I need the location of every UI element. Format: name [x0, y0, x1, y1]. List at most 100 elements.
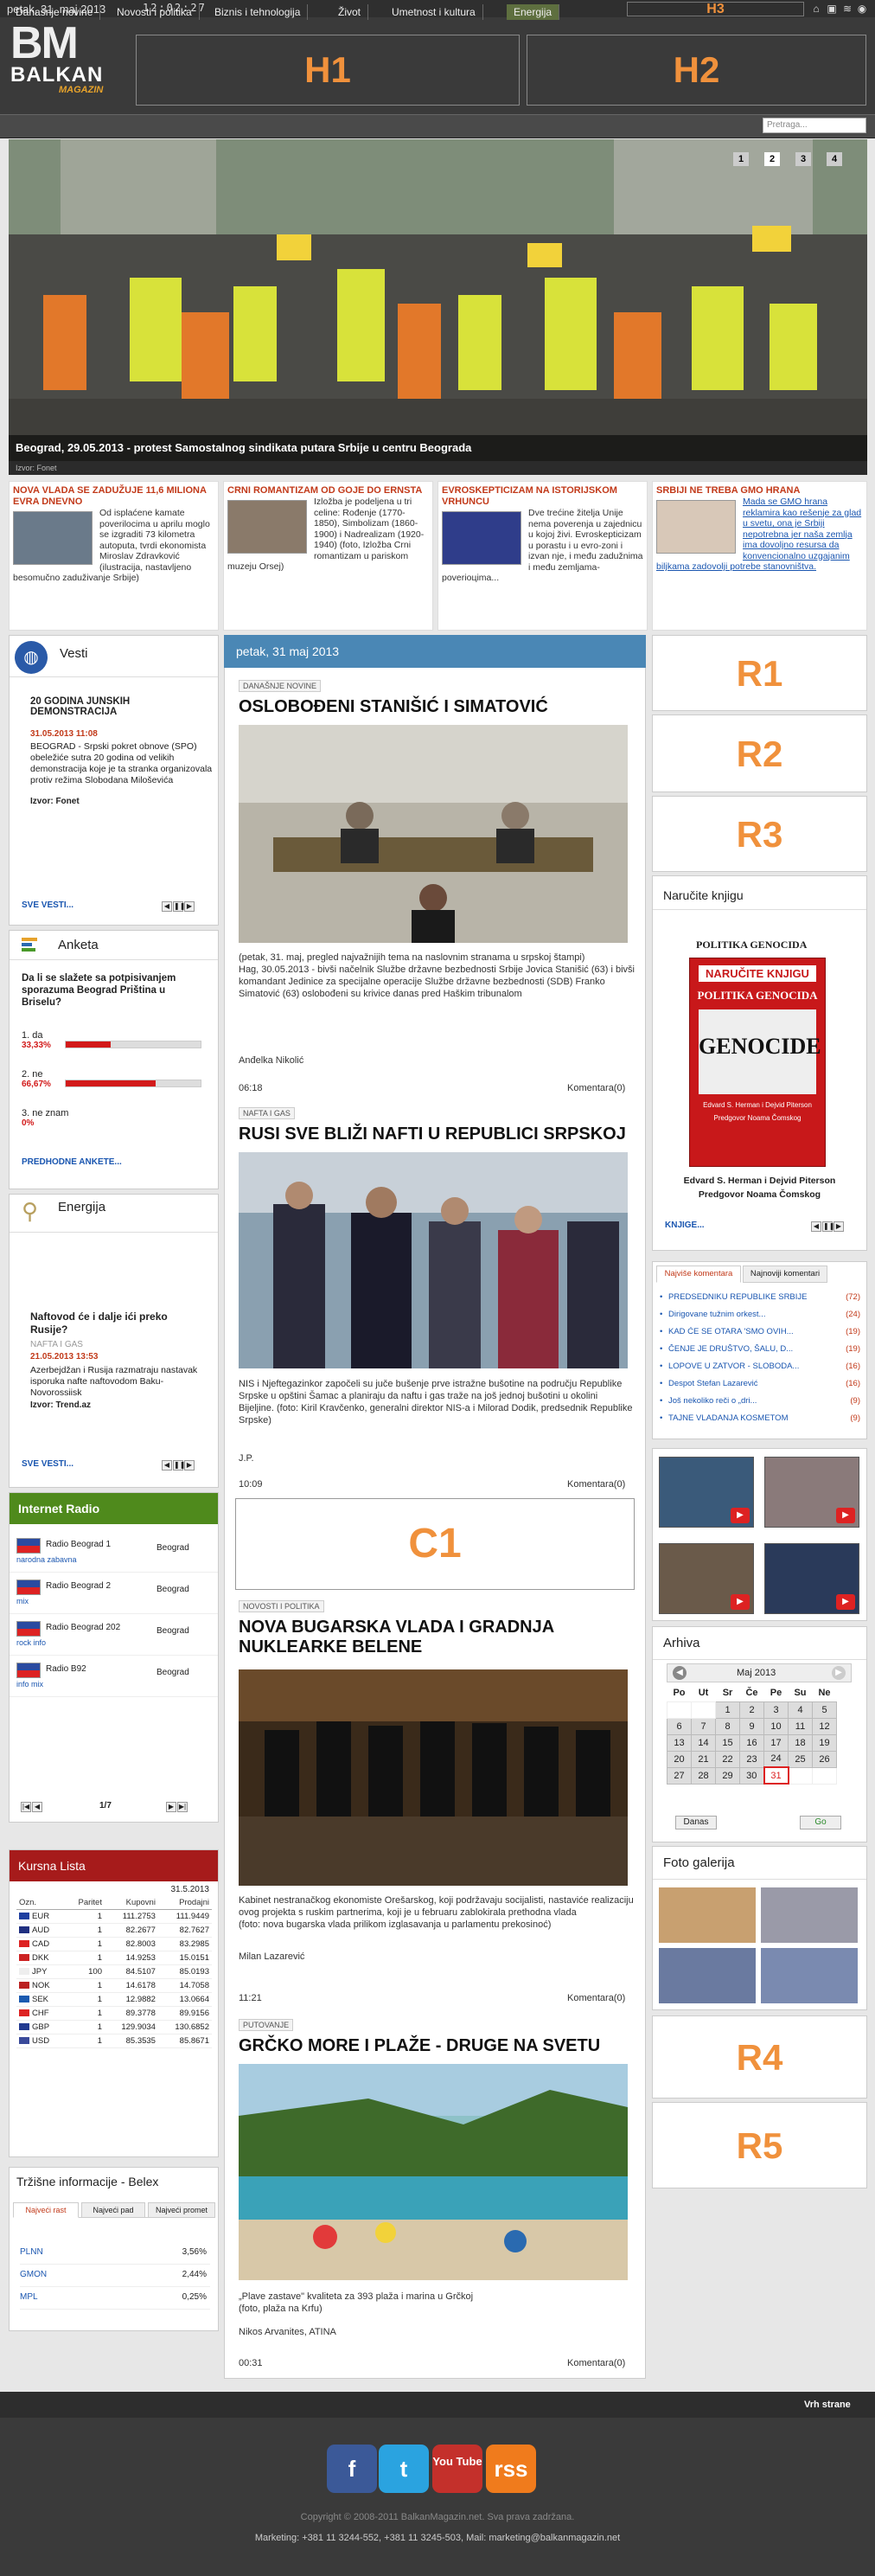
pause-icon[interactable]: ❚❚	[173, 1460, 185, 1471]
play-icon[interactable]: ▶	[731, 1508, 750, 1523]
calendar-day[interactable]: 18	[788, 1733, 813, 1752]
next-icon[interactable]: ▶	[184, 1460, 195, 1471]
radio-name[interactable]: Radio B92	[46, 1664, 86, 1674]
article-comments-link[interactable]: Komentara(0)	[567, 2358, 625, 2368]
calendar-day[interactable]: 26	[812, 1750, 837, 1768]
calendar-day[interactable]: 22	[715, 1750, 740, 1768]
poll-option-3[interactable]: 3. ne znam 0%	[22, 1108, 208, 1128]
article-4[interactable]: PUTOVANJE GRČKO MORE I PLAŽE - DRUGE NA …	[227, 2019, 643, 2056]
article-comments-link[interactable]: Komentara(0)	[567, 1083, 625, 1093]
comment-title[interactable]: PREDSEDNIKU REPUBLIKE SRBIJE	[668, 1292, 824, 1302]
play-icon[interactable]: ▶	[836, 1508, 855, 1523]
prev-icon[interactable]: ◀	[162, 901, 172, 912]
gallery-thumb[interactable]	[761, 1948, 858, 2003]
teaser-3[interactable]: EVROSKEPTICIZAM NA ISTORIJSKOM VRHUNCU D…	[438, 481, 648, 631]
lock-icon[interactable]: ▣	[826, 3, 838, 15]
article-category[interactable]: DANAŠNJE NOVINE	[239, 680, 322, 692]
pause-icon[interactable]: ❚❚	[822, 1221, 834, 1232]
radio-name[interactable]: Radio Beograd 202	[46, 1623, 120, 1632]
radio-station[interactable]: Radio Beograd 2 mix Beograd	[10, 1576, 218, 1614]
nav-item-umetnost[interactable]: Umetnost i kultura	[385, 4, 483, 20]
first-icon[interactable]: |◀	[21, 1802, 31, 1812]
article-comments-link[interactable]: Komentara(0)	[567, 1479, 625, 1490]
calendar-day[interactable]: 4	[788, 1701, 813, 1719]
facebook-icon[interactable]: f	[327, 2445, 377, 2493]
comment-title[interactable]: ČENJE JE DRUŠTVO, ŠALU, D...	[668, 1344, 824, 1354]
video-thumb[interactable]: ▶	[659, 1543, 754, 1614]
slider-page-3[interactable]: 3	[795, 152, 811, 166]
search-input[interactable]: Pretraga...	[763, 118, 866, 133]
calendar-day[interactable]: 20	[667, 1750, 692, 1768]
energija-title[interactable]: Naftovod će i dalje ići preko Rusije?	[30, 1310, 195, 1336]
slider-page-1[interactable]: 1	[733, 152, 749, 166]
gallery-thumb[interactable]	[659, 1948, 756, 2003]
calendar-day[interactable]: 19	[812, 1733, 837, 1752]
radio-station[interactable]: Radio Beograd 202 rock info Beograd	[10, 1618, 218, 1656]
teaser-title[interactable]: EVROSKEPTICIZAM NA ISTORIJSKOM VRHUNCU	[442, 485, 643, 508]
vesti-title[interactable]: 20 GODINA JUNSKIH DEMONSTRACIJA	[30, 696, 195, 717]
belex-row[interactable]: MPL 0,25%	[20, 2287, 210, 2310]
anketa-prev-link[interactable]: PREDHODNE ANKETE...	[22, 1157, 122, 1167]
article-category[interactable]: NOVOSTI I POLITIKA	[239, 1600, 324, 1612]
article-comments-link[interactable]: Komentara(0)	[567, 1993, 625, 2003]
nav-item-zivot[interactable]: Život	[331, 4, 369, 20]
article-4-image[interactable]	[239, 2064, 628, 2280]
calendar-day[interactable]: 8	[715, 1717, 740, 1735]
gallery-thumb[interactable]	[659, 1887, 756, 1943]
radio-name[interactable]: Radio Beograd 1	[46, 1540, 111, 1549]
article-3-image[interactable]	[239, 1669, 628, 1886]
comment-item[interactable]: • KAD ĆE SE OTARA 'SMO OVIH... (19)	[660, 1324, 864, 1342]
calendar-day[interactable]: 2	[739, 1701, 764, 1719]
article-title[interactable]: GRČKO MORE I PLAŽE - DRUGE NA SVETU	[239, 2036, 631, 2056]
poll-option-1[interactable]: 1. da 33,33%	[22, 1030, 208, 1050]
comment-title[interactable]: KAD ĆE SE OTARA 'SMO OVIH...	[668, 1327, 824, 1336]
calendar-day[interactable]: 24	[763, 1750, 789, 1768]
vesti-more-link[interactable]: SVE VESTI...	[22, 900, 73, 910]
calendar-day[interactable]: 21	[691, 1750, 716, 1768]
twitter-icon[interactable]: t	[379, 2445, 429, 2493]
belex-symbol[interactable]: GMON	[20, 2270, 47, 2279]
teaser-4[interactable]: SRBIJI NE TREBA GMO HRANA Mada se GMO hr…	[652, 481, 867, 631]
slider-page-2[interactable]: 2	[764, 152, 780, 166]
prev-icon[interactable]: ◀	[162, 1460, 172, 1471]
calendar-day[interactable]: 10	[763, 1717, 789, 1735]
rss-feed-icon[interactable]: rss	[486, 2445, 536, 2493]
calendar-day[interactable]: 7	[691, 1717, 716, 1735]
video-thumb[interactable]: ▶	[764, 1543, 859, 1614]
nav-item-energija[interactable]: Energija	[507, 4, 560, 20]
tab-najveci-promet[interactable]: Najveći promet	[148, 2202, 215, 2218]
belex-row[interactable]: PLNN 3,56%	[20, 2242, 210, 2265]
radio-name[interactable]: Radio Beograd 2	[46, 1581, 111, 1591]
calendar-day[interactable]: 16	[739, 1733, 764, 1752]
poll-option-2[interactable]: 2. ne 66,67%	[22, 1069, 208, 1089]
comment-title[interactable]: Despot Stefan Lazarević	[668, 1379, 824, 1388]
rss-icon[interactable]: ◉	[856, 3, 868, 15]
calendar-day[interactable]: 13	[667, 1733, 692, 1752]
play-icon[interactable]: ▶	[836, 1594, 855, 1610]
comment-item[interactable]: • ČENJE JE DRUŠTVO, ŠALU, D... (19)	[660, 1342, 864, 1359]
calendar-day[interactable]: 23	[739, 1750, 764, 1768]
teaser-title[interactable]: NOVA VLADA SE ZADUŽUJE 11,6 MILIONA EVRA…	[13, 485, 214, 508]
calendar-day[interactable]: 5	[812, 1701, 837, 1719]
wifi-icon[interactable]: ≋	[841, 3, 853, 15]
calendar-day[interactable]: 31	[763, 1766, 789, 1785]
knjige-more-link[interactable]: KNJIGE...	[665, 1221, 705, 1230]
calendar-day[interactable]: 1	[715, 1701, 740, 1719]
comment-title[interactable]: Još nekoliko reči o „dri...	[668, 1396, 824, 1406]
calendar-day[interactable]: 12	[812, 1717, 837, 1735]
belex-symbol[interactable]: MPL	[20, 2292, 38, 2302]
nav-item-danasnje-novine[interactable]: Današnje novine	[9, 4, 101, 20]
energija-more-link[interactable]: SVE VESTI...	[22, 1459, 73, 1469]
tab-najveci-pad[interactable]: Najveći pad	[81, 2202, 145, 2218]
article-1-image[interactable]	[239, 725, 628, 943]
calendar-day[interactable]: 15	[715, 1733, 740, 1752]
calendar-day[interactable]: 9	[739, 1717, 764, 1735]
comment-item[interactable]: • LOPOVE U ZATVOR - SLOBODA... (16)	[660, 1359, 864, 1376]
belex-row[interactable]: GMON 2,44%	[20, 2265, 210, 2287]
prev-icon[interactable]: ◀	[811, 1221, 821, 1232]
calendar-day[interactable]: 28	[691, 1766, 716, 1785]
home-icon[interactable]: ⌂	[810, 3, 822, 15]
comment-item[interactable]: • PREDSEDNIKU REPUBLIKE SRBIJE (72)	[660, 1290, 864, 1307]
tab-najveci-rast[interactable]: Najveći rast	[13, 2202, 79, 2218]
teaser-2[interactable]: CRNI ROMANTIZAM OD GOJE DO ERNSTA Izložb…	[223, 481, 433, 631]
